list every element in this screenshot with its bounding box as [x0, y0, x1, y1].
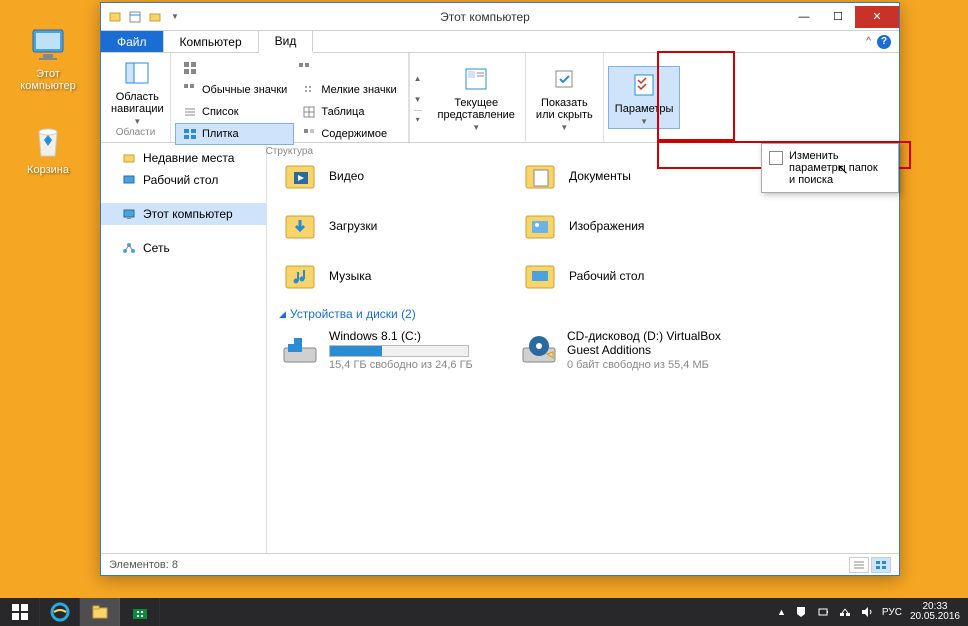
- status-details-view[interactable]: [849, 557, 869, 573]
- status-count: Элементов: 8: [109, 559, 178, 571]
- content-pane: Видео Документы Загрузки Изображения Муз…: [267, 143, 899, 553]
- minimize-button[interactable]: —: [787, 6, 821, 28]
- nav-desktop[interactable]: Рабочий стол: [101, 169, 266, 191]
- tray-volume-icon[interactable]: [860, 605, 874, 619]
- desktop-icon-this-pc[interactable]: Этот компьютер: [14, 24, 82, 92]
- folder-icon: [279, 255, 321, 297]
- qat-properties-icon[interactable]: [127, 9, 143, 25]
- layout-small-icons[interactable]: Мелкие значки: [294, 79, 403, 101]
- layout-normal-icons[interactable]: Обычные значки: [175, 79, 294, 101]
- layout-list[interactable]: Список: [175, 101, 294, 123]
- nav-pane-icon: [121, 57, 153, 89]
- icons-icon: [182, 82, 198, 98]
- folder-music[interactable]: Музыка: [275, 251, 515, 301]
- checkbox-icon: [769, 151, 783, 165]
- navigation-pane: Недавние места Рабочий стол Этот компьют…: [101, 143, 267, 553]
- folder-pictures[interactable]: Изображения: [515, 201, 755, 251]
- window-title: Этот компьютер: [183, 10, 787, 24]
- app-icon: [107, 9, 123, 25]
- grid-icon: [182, 60, 198, 76]
- tray-network-icon[interactable]: [838, 605, 852, 619]
- nav-network[interactable]: Сеть: [101, 237, 266, 259]
- nav-this-pc[interactable]: Этот компьютер: [101, 203, 266, 225]
- layout-content[interactable]: Содержимое: [294, 123, 403, 145]
- help-icon[interactable]: ?: [877, 35, 891, 49]
- layout-ex-large-icons[interactable]: [175, 57, 289, 79]
- highlight-options: [657, 51, 735, 141]
- cursor-icon: ↖: [837, 161, 849, 178]
- options-popup: Изменить параметры папок и поиска: [761, 143, 899, 193]
- layout-large-icons[interactable]: [289, 57, 403, 79]
- taskbar: ▲ РУС 20:33 20.05.2016: [0, 598, 968, 626]
- layout-scroll-down-icon[interactable]: ▼: [412, 89, 424, 110]
- tray-action-center-icon[interactable]: [794, 605, 808, 619]
- show-hide-button[interactable]: Показать или скрыть ▼: [530, 63, 599, 132]
- show-hide-icon: [548, 63, 580, 95]
- tray-power-icon[interactable]: [816, 605, 830, 619]
- status-bar: Элементов: 8: [101, 553, 899, 575]
- tray-clock[interactable]: 20:33 20.05.2016: [910, 602, 960, 622]
- tiles-icon: [182, 126, 198, 142]
- ribbon: Область навигации ▼ Области Обычные знач…: [101, 53, 899, 143]
- current-view-icon: [460, 63, 492, 95]
- options-icon: [628, 69, 660, 101]
- drive-usage-bar: [329, 345, 469, 357]
- computer-icon: [121, 206, 137, 222]
- drive-c[interactable]: Windows 8.1 (C:) 15,4 ГБ свободно из 24,…: [275, 325, 515, 375]
- folder-downloads[interactable]: Загрузки: [275, 201, 515, 251]
- tab-view[interactable]: Вид: [259, 31, 314, 53]
- popup-change-folder-options[interactable]: Изменить параметры папок и поиска: [765, 147, 895, 189]
- explorer-window: ▼ Этот компьютер — ☐ ✕ Файл Компьютер Ви…: [100, 2, 900, 576]
- drives-section-header[interactable]: ◢ Устройства и диски (2): [275, 301, 891, 325]
- cd-drive-icon: [519, 329, 559, 371]
- list-icon: [182, 104, 198, 120]
- start-button[interactable]: [0, 598, 40, 626]
- qat-dropdown-icon[interactable]: ▼: [167, 9, 183, 25]
- qat-new-folder-icon[interactable]: [147, 9, 163, 25]
- layout-table[interactable]: Таблица: [294, 101, 403, 123]
- titlebar[interactable]: ▼ Этот компьютер — ☐ ✕: [101, 3, 899, 31]
- taskbar-explorer[interactable]: [80, 598, 120, 626]
- folder-icon: [279, 155, 321, 197]
- computer-icon: [27, 24, 69, 66]
- layout-expand-icon[interactable]: ▾: [414, 110, 422, 128]
- tray-language[interactable]: РУС: [882, 607, 902, 618]
- collapse-icon: ◢: [279, 309, 286, 320]
- layout-tiles[interactable]: Плитка: [175, 123, 294, 145]
- desktop-icon-recycle-bin[interactable]: Корзина: [14, 120, 82, 176]
- tab-file[interactable]: Файл: [101, 31, 164, 52]
- layout-scroll-up-icon[interactable]: ▲: [412, 68, 424, 89]
- folder-videos[interactable]: Видео: [275, 151, 515, 201]
- content-icon: [301, 126, 317, 142]
- drive-icon: [279, 329, 321, 371]
- desktop-icon: [121, 172, 137, 188]
- ribbon-toggle-icon[interactable]: ^: [866, 36, 871, 47]
- nav-pane-button[interactable]: Область навигации ▼: [105, 57, 170, 126]
- recycle-bin-icon: [27, 120, 69, 162]
- maximize-button[interactable]: ☐: [821, 6, 855, 28]
- tab-computer[interactable]: Компьютер: [164, 31, 259, 52]
- folder-icon: [519, 205, 561, 247]
- tray-expand-icon[interactable]: ▲: [777, 607, 786, 617]
- current-view-button[interactable]: Текущее представление ▼: [432, 63, 521, 132]
- taskbar-store[interactable]: [120, 598, 160, 626]
- folder-icon: [519, 155, 561, 197]
- close-button[interactable]: ✕: [855, 6, 899, 28]
- folder-icon: [279, 205, 321, 247]
- taskbar-ie[interactable]: [40, 598, 80, 626]
- small-icons-icon: [301, 82, 317, 98]
- network-icon: [121, 240, 137, 256]
- recent-icon: [121, 150, 137, 166]
- folder-icon: [519, 255, 561, 297]
- folder-desktop[interactable]: Рабочий стол: [515, 251, 755, 301]
- status-tiles-view[interactable]: [871, 557, 891, 573]
- grid-icon: [296, 60, 312, 76]
- table-icon: [301, 104, 317, 120]
- drive-d[interactable]: CD-дисковод (D:) VirtualBox Guest Additi…: [515, 325, 755, 375]
